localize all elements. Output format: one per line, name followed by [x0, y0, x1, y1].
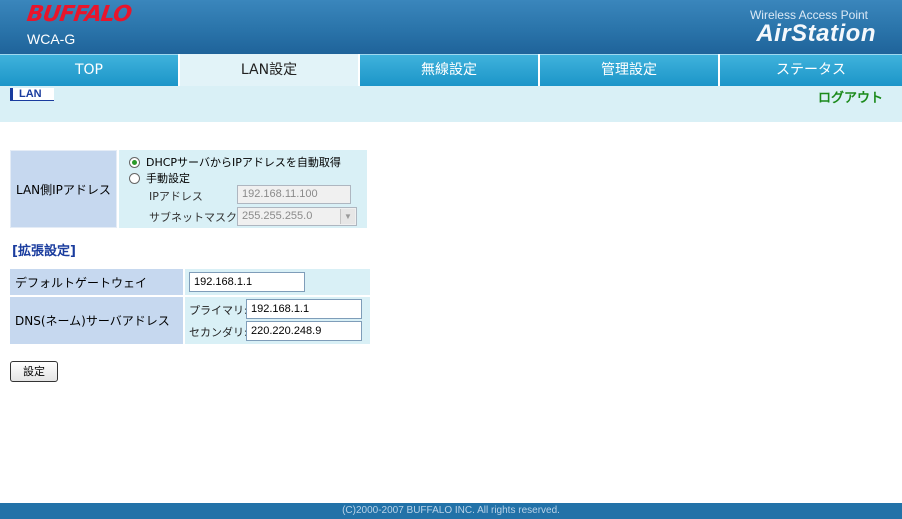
header-banner: BUFFALO WCA-G Wireless Access Point AirS…: [0, 0, 902, 54]
tab-top[interactable]: TOP: [0, 54, 178, 86]
manual-option-row[interactable]: 手動設定: [129, 170, 190, 186]
dns-label: DNS(ネーム)サーバアドレス: [10, 297, 183, 344]
dhcp-option-label: DHCPサーバからIPアドレスを自動取得: [146, 156, 341, 169]
logout-link[interactable]: ログアウト: [818, 87, 883, 106]
gateway-cell: 192.168.1.1: [185, 269, 370, 295]
lan-ip-options: DHCPサーバからIPアドレスを自動取得 手動設定 IPアドレス 192.168…: [119, 150, 367, 228]
main-nav-tabs: TOP LAN設定 無線設定 管理設定 ステータス: [0, 54, 902, 86]
tab-status[interactable]: ステータス: [720, 54, 902, 86]
ip-address-label: IPアドレス: [149, 190, 203, 203]
gateway-input[interactable]: 192.168.1.1: [189, 272, 305, 292]
dns-row: DNS(ネーム)サーバアドレス プライマリ: 192.168.1.1 セカンダリ…: [10, 297, 370, 344]
buffalo-logo: BUFFALO: [25, 2, 133, 27]
secondary-dns-input[interactable]: 220.220.248.9: [246, 321, 362, 341]
gateway-row: デフォルトゲートウェイ 192.168.1.1: [10, 269, 370, 295]
primary-dns-label: プライマリ:: [189, 304, 248, 317]
manual-option-label: 手動設定: [146, 172, 190, 185]
secondary-dns-label: セカンダリ:: [189, 326, 248, 339]
tab-wireless-settings[interactable]: 無線設定: [360, 54, 538, 86]
dhcp-option-row[interactable]: DHCPサーバからIPアドレスを自動取得: [129, 154, 341, 170]
airstation-logo: AirStation: [756, 20, 876, 47]
extended-settings-heading: [拡張設定]: [12, 244, 76, 259]
subnet-mask-select[interactable]: 255.255.255.0 ▼: [237, 207, 357, 226]
manual-radio[interactable]: [129, 172, 140, 184]
subnet-mask-value: 255.255.255.0: [242, 210, 313, 222]
footer-copyright: (C)2000-2007 BUFFALO INC. All rights res…: [0, 503, 902, 519]
lan-ip-section: LAN側IPアドレス DHCPサーバからIPアドレスを自動取得 手動設定 IPア…: [10, 150, 367, 228]
chevron-down-icon: ▼: [340, 209, 355, 224]
dns-cell: プライマリ: 192.168.1.1 セカンダリ: 220.220.248.9: [185, 297, 370, 344]
lan-ip-label: LAN側IPアドレス: [10, 150, 117, 228]
primary-dns-input[interactable]: 192.168.1.1: [246, 299, 362, 319]
tab-lan-settings[interactable]: LAN設定: [180, 54, 358, 86]
subnet-mask-label: サブネットマスク: [149, 211, 237, 224]
dhcp-radio[interactable]: [129, 156, 140, 168]
save-button[interactable]: 設定: [10, 361, 58, 382]
model-name: WCA-G: [27, 31, 76, 47]
ip-address-input[interactable]: 192.168.11.100: [237, 185, 351, 204]
gateway-label: デフォルトゲートウェイ: [10, 269, 183, 295]
sub-nav-bar: LAN ログアウト: [0, 86, 902, 122]
tab-admin-settings[interactable]: 管理設定: [540, 54, 718, 86]
subtab-lan[interactable]: LAN: [10, 88, 54, 101]
